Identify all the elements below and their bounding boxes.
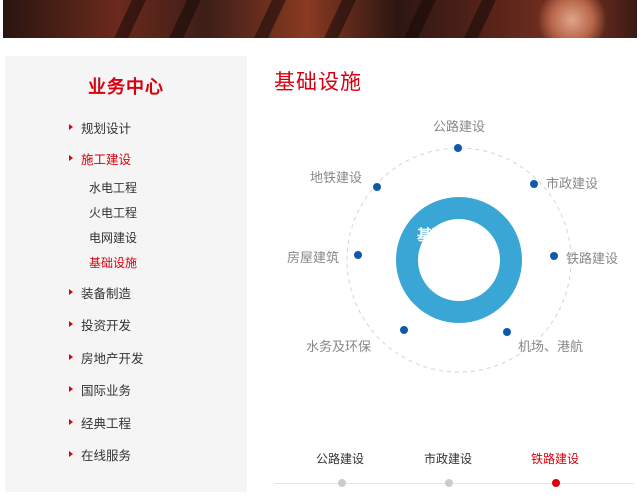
node-dot-airport-port[interactable]	[503, 328, 511, 336]
sidebar-item-planning-design[interactable]: 规划设计	[5, 116, 247, 138]
sidebar-item-label: 投资开发	[81, 317, 132, 333]
caret-right-icon	[69, 289, 73, 295]
sidebar-subitem-power-grid[interactable]: 电网建设	[89, 229, 137, 247]
sidebar-item-label: 房地产开发	[81, 350, 144, 366]
caret-right-icon	[69, 321, 73, 327]
node-dot-municipal[interactable]	[530, 180, 538, 188]
sidebar-item-international[interactable]: 国际业务	[5, 378, 247, 400]
node-label-airport-port[interactable]: 机场、港航	[518, 336, 583, 355]
node-label-railway[interactable]: 铁路建设	[566, 248, 618, 267]
node-label-highway[interactable]: 公路建设	[433, 116, 485, 135]
node-dot-subway[interactable]	[373, 183, 381, 191]
caret-right-icon	[69, 354, 73, 360]
sidebar-item-classic-projects[interactable]: 经典工程	[5, 411, 247, 433]
tab-railway[interactable]: 铁路建设	[531, 450, 579, 467]
node-label-water-environment[interactable]: 水务及环保	[306, 336, 371, 355]
node-label-subway[interactable]: 地铁建设	[310, 167, 362, 186]
page-title: 基础设施	[274, 70, 362, 94]
bottom-tab-bar: 公路建设 市政建设 铁路建设	[274, 448, 634, 492]
node-dot-highway[interactable]	[454, 144, 462, 152]
sidebar-item-label: 装备制造	[81, 285, 132, 301]
sidebar-title: 业务中心	[88, 77, 164, 98]
caret-right-icon	[69, 155, 73, 161]
center-label-line2: 建设	[431, 246, 462, 264]
sidebar-item-label: 施工建设	[81, 151, 132, 167]
sidebar-item-real-estate[interactable]: 房地产开发	[5, 346, 247, 368]
caret-right-icon	[69, 451, 73, 457]
sidebar: 业务中心 规划设计 施工建设 水电工程 火电工程 电网建设 基础设施 装备制造 …	[5, 56, 247, 492]
sidebar-item-label: 经典工程	[81, 415, 132, 431]
node-dot-railway[interactable]	[550, 252, 558, 260]
sidebar-subitem-hydropower[interactable]: 水电工程	[89, 179, 137, 197]
sidebar-item-label: 国际业务	[81, 382, 132, 398]
infrastructure-diagram: 基础设施 建设 公路建设 市政建设 铁路建设 机场、港航 水务及环保 房屋建筑 …	[248, 100, 639, 430]
node-label-building[interactable]: 房屋建筑	[287, 247, 339, 266]
center-label-line1: 基础设施	[416, 226, 477, 244]
tab-highway[interactable]: 公路建设	[316, 450, 364, 467]
tab-dot-municipal[interactable]	[445, 479, 453, 487]
sidebar-item-label: 规划设计	[81, 120, 132, 136]
sidebar-item-label: 在线服务	[81, 447, 132, 463]
node-label-municipal[interactable]: 市政建设	[546, 173, 598, 192]
tab-dot-highway[interactable]	[338, 479, 346, 487]
tab-dot-railway[interactable]	[552, 479, 560, 487]
sidebar-subitem-thermal-power[interactable]: 火电工程	[89, 204, 137, 222]
sidebar-item-investment[interactable]: 投资开发	[5, 313, 247, 335]
sidebar-item-construction[interactable]: 施工建设	[5, 147, 247, 169]
header-banner-image	[3, 0, 637, 38]
tab-track	[274, 483, 634, 484]
tab-municipal[interactable]: 市政建设	[424, 450, 472, 467]
caret-right-icon	[69, 386, 73, 392]
node-dot-water-environment[interactable]	[400, 326, 408, 334]
node-dot-building[interactable]	[354, 251, 362, 259]
center-label: 基础设施 建设	[402, 225, 492, 265]
sidebar-item-equipment[interactable]: 装备制造	[5, 281, 247, 303]
sidebar-item-online-service[interactable]: 在线服务	[5, 443, 247, 465]
caret-right-icon	[69, 124, 73, 130]
caret-right-icon	[69, 419, 73, 425]
sidebar-subitem-infrastructure[interactable]: 基础设施	[89, 254, 137, 272]
